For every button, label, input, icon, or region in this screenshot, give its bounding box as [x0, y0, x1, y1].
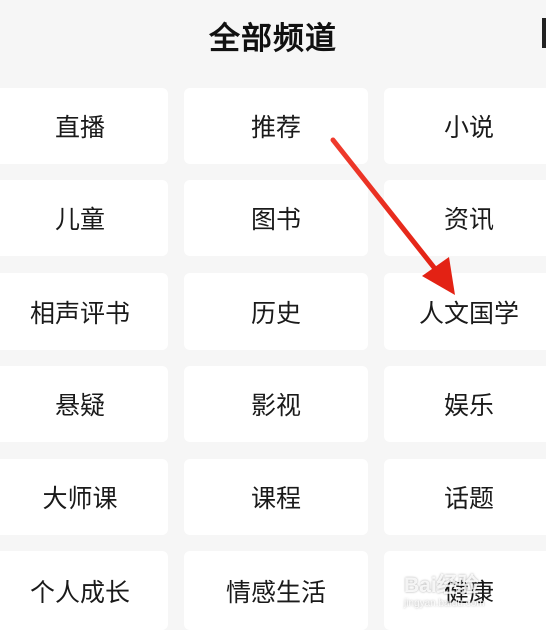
channel-chip-yule[interactable]: 娱乐 — [384, 366, 546, 442]
channel-chip-zixun[interactable]: 资讯 — [384, 180, 546, 256]
watermark-site: jingyan.baidu.com — [404, 598, 485, 609]
channel-chip-lishi[interactable]: 历史 — [184, 273, 368, 350]
channel-chip-qinggan-shenghuo[interactable]: 情感生活 — [184, 551, 368, 630]
watermark: Bai经验 jingyan.baidu.com — [404, 574, 516, 618]
channel-chip-xuanyi[interactable]: 悬疑 — [0, 366, 168, 442]
channel-chip-yingshi[interactable]: 影视 — [184, 366, 368, 442]
channel-chip-renwen-guoxue[interactable]: 人文国学 — [384, 273, 546, 350]
channel-chip-huati[interactable]: 话题 — [384, 459, 546, 535]
channel-chip-geren-chengzhang[interactable]: 个人成长 — [0, 551, 168, 630]
channel-chip-ertong[interactable]: 儿童 — [0, 180, 168, 256]
channel-chip-tushu[interactable]: 图书 — [184, 180, 368, 256]
channel-chip-xiaoshuo[interactable]: 小说 — [384, 88, 546, 164]
channel-grid: 直播 推荐 小说 儿童 图书 资讯 相声评书 历史 人文国学 悬疑 影视 娱乐 … — [0, 0, 546, 630]
channel-chip-dashike[interactable]: 大师课 — [0, 459, 168, 535]
channel-chip-xiangsheng-pingshu[interactable]: 相声评书 — [0, 273, 168, 350]
channel-chip-zhibo[interactable]: 直播 — [0, 88, 168, 164]
channel-chip-kecheng[interactable]: 课程 — [184, 459, 368, 535]
watermark-brand: Bai经验 — [404, 574, 479, 597]
channel-chip-tuijian[interactable]: 推荐 — [184, 88, 368, 164]
